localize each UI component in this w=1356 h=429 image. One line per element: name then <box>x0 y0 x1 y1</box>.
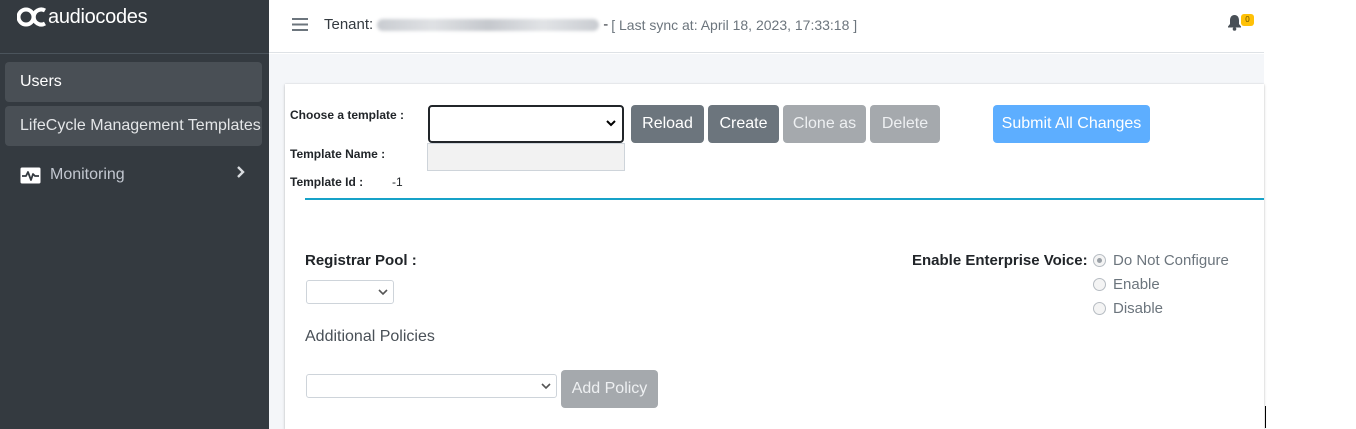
template-id-value: -1 <box>392 175 403 189</box>
radio-button[interactable] <box>1093 277 1106 291</box>
template-name-input[interactable] <box>427 143 625 171</box>
registrar-pool-select[interactable] <box>306 280 394 304</box>
submit-all-changes-button[interactable]: Submit All Changes <box>993 105 1150 143</box>
voice-option-enable[interactable]: Enable <box>1093 274 1160 294</box>
section-divider <box>305 198 1264 200</box>
sidebar-item-users[interactable]: Users <box>5 62 262 102</box>
voice-option-disable[interactable]: Disable <box>1093 298 1163 318</box>
radio-button[interactable] <box>1093 253 1106 267</box>
chevron-down-icon <box>541 383 551 390</box>
enterprise-voice-label: Enable Enterprise Voice: <box>912 252 1088 269</box>
template-id-label: Template Id : <box>290 175 364 189</box>
bell-icon[interactable] <box>1227 14 1242 31</box>
logo-text: audiocodes <box>48 5 148 28</box>
choose-template-label: Choose a template : <box>290 108 405 122</box>
radio-label: Do Not Configure <box>1113 251 1229 269</box>
delete-button[interactable]: Delete <box>870 105 940 143</box>
reload-button[interactable]: Reload <box>631 105 704 143</box>
sidebar-item-monitoring[interactable]: Monitoring <box>5 155 262 195</box>
audiocodes-logo[interactable]: audiocodes <box>17 4 148 30</box>
top-navbar: Tenant: - [ Last sync at: April 18, 2023… <box>269 0 1264 53</box>
tenant-info: Tenant: - [ Last sync at: April 18, 2023… <box>324 16 857 33</box>
tenant-label: Tenant: <box>324 16 374 33</box>
radio-button[interactable] <box>1093 301 1106 315</box>
template-name-label: Template Name : <box>290 147 386 161</box>
add-policy-button[interactable]: Add Policy <box>561 370 658 408</box>
template-select[interactable] <box>428 105 624 143</box>
audiocodes-logo-icon <box>17 7 46 27</box>
heartbeat-monitor-icon <box>20 167 41 183</box>
notification-badge: 0 <box>1241 14 1254 26</box>
chevron-down-icon <box>606 120 616 127</box>
sidebar-divider <box>0 53 269 54</box>
additional-policies-label: Additional Policies <box>305 328 435 345</box>
text-cursor <box>1265 406 1266 428</box>
additional-policy-select[interactable] <box>306 374 557 398</box>
registrar-pool-label: Registrar Pool : <box>305 252 417 269</box>
sidebar-item-lifecycle-templates[interactable]: LifeCycle Management Templates <box>5 106 262 146</box>
hamburger-menu-icon[interactable] <box>292 17 308 32</box>
clone-as-button[interactable]: Clone as <box>783 105 866 143</box>
tenant-separator: - <box>603 16 609 33</box>
create-button[interactable]: Create <box>708 105 779 143</box>
radio-label: Enable <box>1113 275 1160 293</box>
tenant-email-redacted <box>377 18 600 31</box>
sidebar-item-label: LifeCycle Management Templates <box>20 117 261 134</box>
chevron-right-icon <box>237 166 245 178</box>
last-sync-text: [ Last sync at: April 18, 2023, 17:33:18… <box>611 16 858 33</box>
sidebar-item-label: Monitoring <box>50 166 125 183</box>
radio-label: Disable <box>1113 299 1164 317</box>
voice-option-do-not-configure[interactable]: Do Not Configure <box>1093 250 1229 270</box>
sidebar-item-label: Users <box>20 73 62 90</box>
sidebar: audiocodes Users LifeCycle Management Te… <box>0 0 269 429</box>
chevron-down-icon <box>378 289 388 296</box>
